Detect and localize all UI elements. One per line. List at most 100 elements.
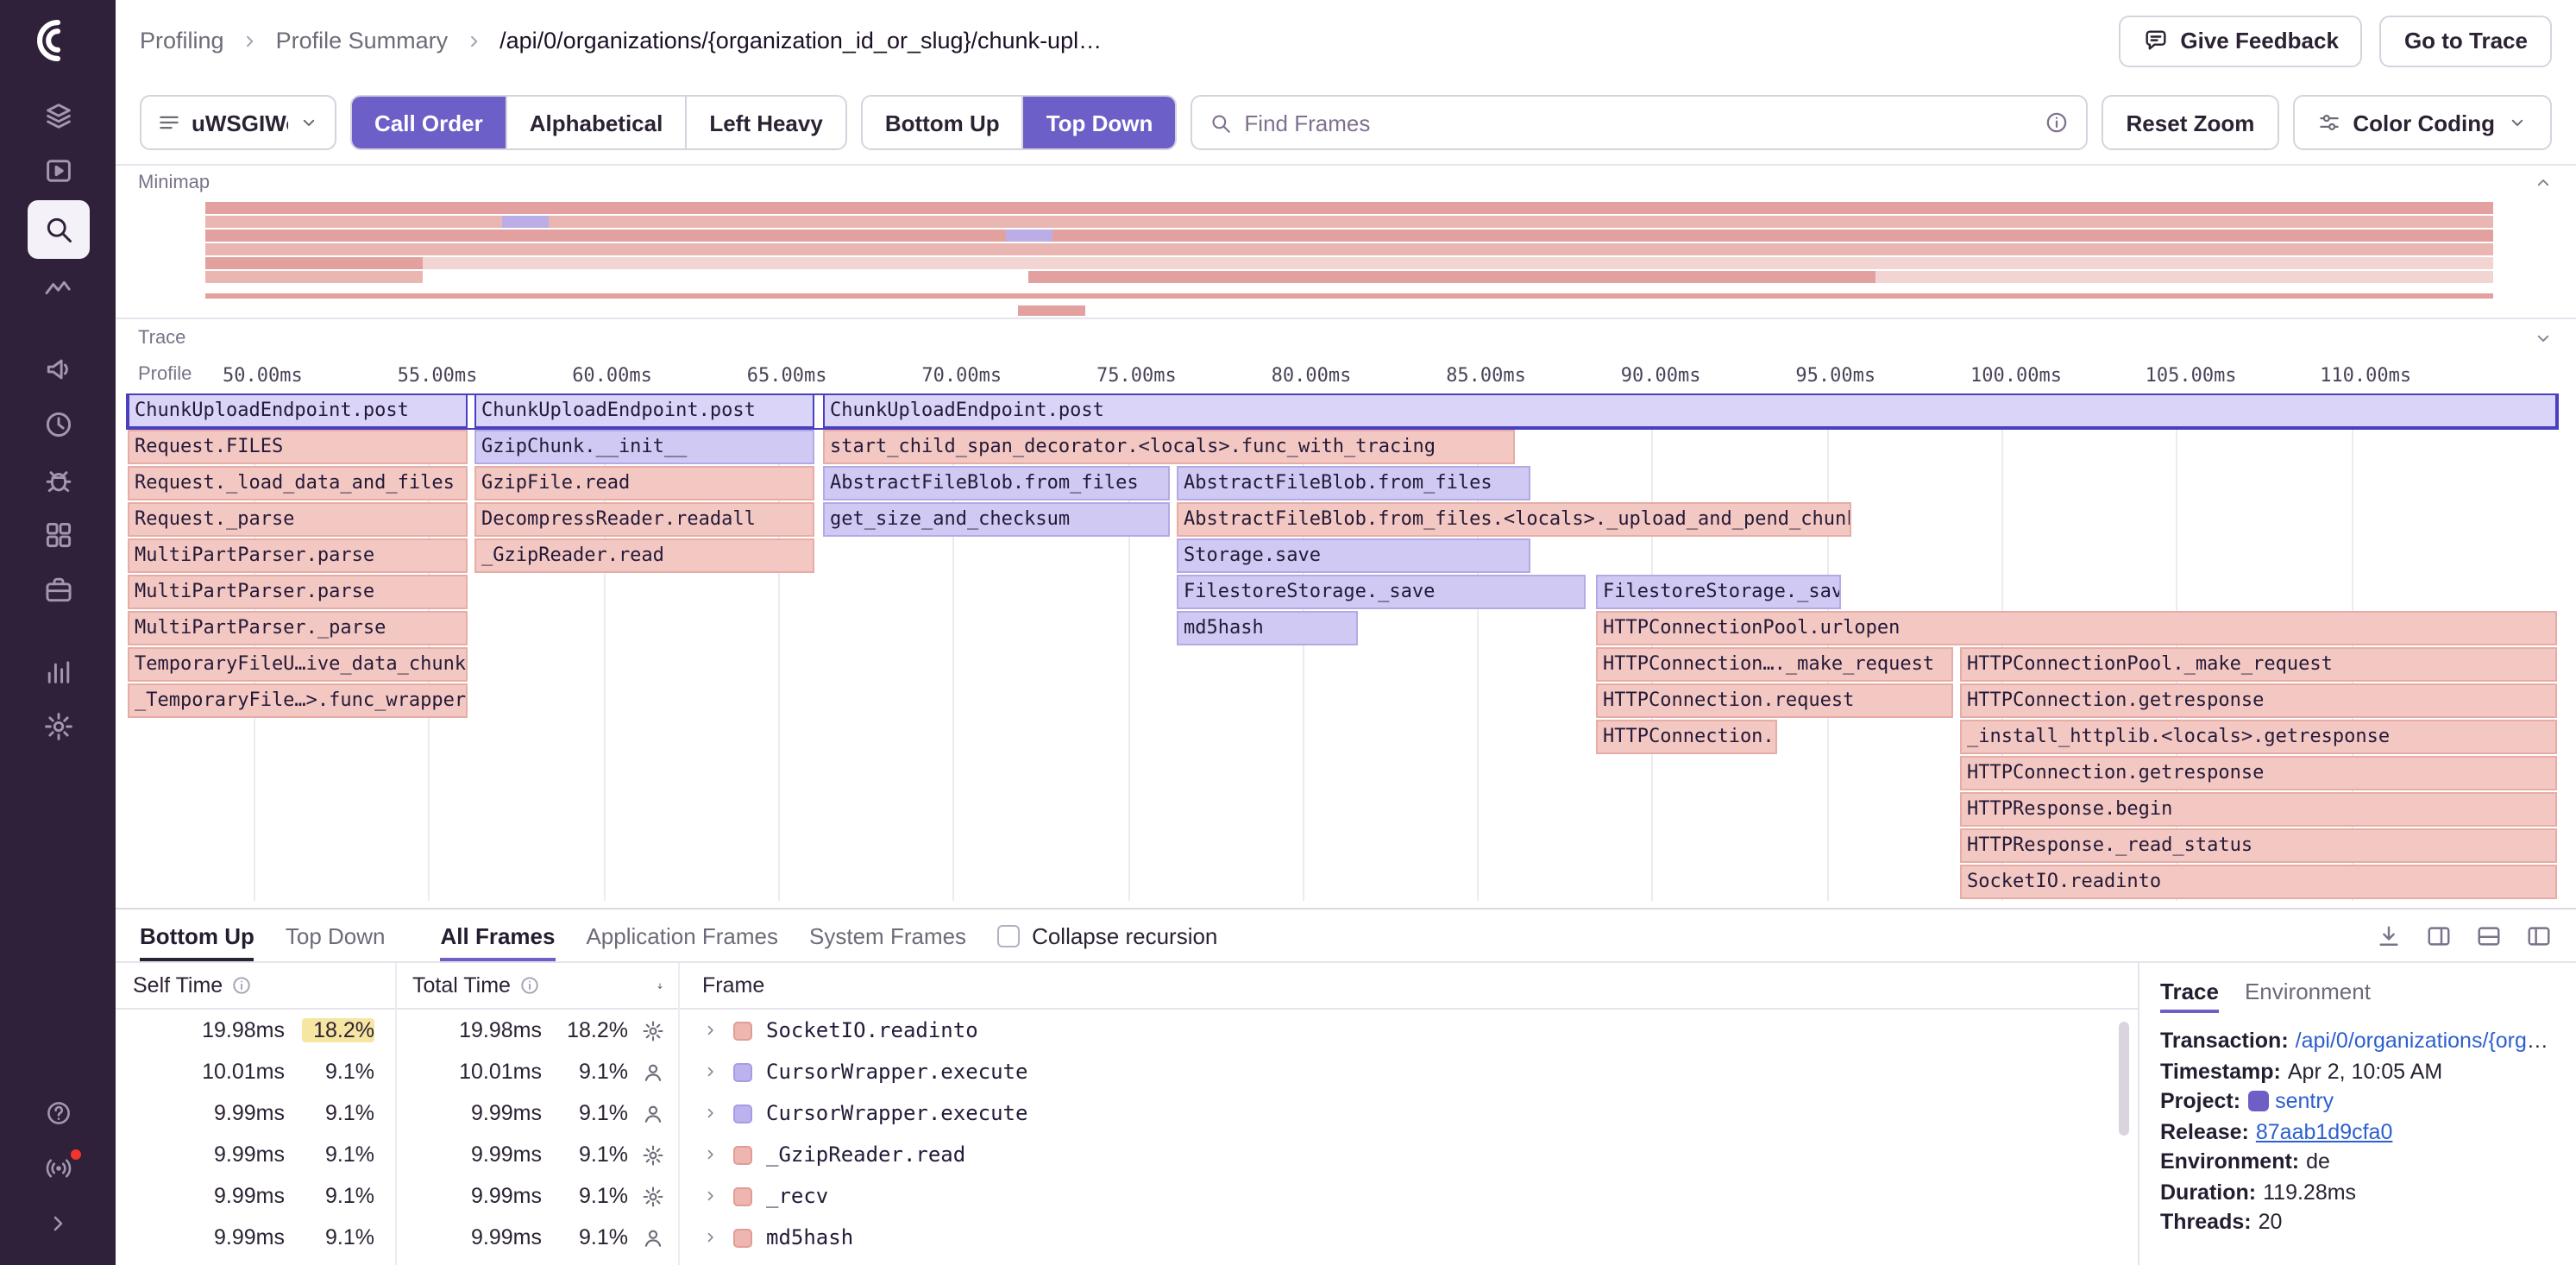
expand-chevron-icon[interactable] [702, 1063, 719, 1080]
details-tab-environment[interactable]: Environment [2245, 972, 2371, 1013]
info-icon[interactable] [2045, 110, 2070, 135]
frame-cell[interactable]: CursorWrapper.execute [678, 1101, 2138, 1125]
flamegraph-frame[interactable]: HTTPConnectionPool._make_request [1960, 647, 2557, 682]
sidebar-item-help[interactable] [27, 1087, 89, 1139]
flamegraph-frame[interactable]: ChunkUploadEndpoint.post [474, 393, 814, 428]
sentry-logo[interactable] [35, 17, 81, 64]
table-scrollbar[interactable] [2119, 1022, 2129, 1136]
tab-all-frames[interactable]: All Frames [441, 909, 556, 961]
layout-rows-icon[interactable] [2476, 922, 2502, 948]
sidebar-item-collapse[interactable] [27, 1198, 89, 1249]
breadcrumb-item[interactable]: Profile Summary [276, 28, 449, 53]
color-coding-button[interactable]: Color Coding [2292, 95, 2552, 150]
sidebar-item-performance[interactable] [27, 262, 89, 314]
frame-cell[interactable]: md5hash [678, 1225, 2138, 1249]
flamegraph-frame[interactable]: get_size_and_checksum [823, 502, 1170, 537]
table-row[interactable]: 9.99ms9.1%9.99ms9.1%md5hash [116, 1217, 2138, 1258]
sidebar-item-search[interactable] [27, 200, 89, 259]
sidebar-item-replays[interactable] [27, 399, 89, 450]
flamegraph-frame[interactable]: md5hash [1177, 611, 1358, 645]
expand-chevron-icon[interactable] [702, 1105, 719, 1122]
frame-cell[interactable]: CursorWrapper.execute [678, 1060, 2138, 1084]
find-frames-search[interactable] [1191, 95, 2088, 150]
collapse-trace-icon[interactable] [2533, 327, 2554, 348]
sidebar-item-stats[interactable] [27, 645, 89, 697]
flamegraph-frame[interactable]: FilestoreStorage._save [1596, 575, 1841, 609]
flamegraph-frame[interactable]: ChunkUploadEndpoint.post [128, 393, 468, 428]
expand-chevron-icon[interactable] [702, 1187, 719, 1205]
table-row[interactable]: 19.98ms18.2%19.98ms18.2%SocketIO.readint… [116, 1010, 2138, 1051]
sidebar-item-monitors[interactable] [27, 454, 89, 506]
flamegraph-frame[interactable]: start_child_span_decorator.<locals>.func… [823, 430, 1515, 464]
go-to-trace-button[interactable]: Go to Trace [2380, 15, 2552, 66]
collapse-recursion-checkbox[interactable]: Collapse recursion [997, 922, 1217, 948]
flamegraph-frame[interactable]: GzipFile.read [474, 466, 814, 500]
flamegraph-frame[interactable]: AbstractFileBlob.from_files [823, 466, 1170, 500]
flamegraph-frame[interactable]: Request.FILES [128, 430, 468, 464]
view-tab-bottom-up[interactable]: Bottom Up [863, 97, 1022, 148]
tab-application-frames[interactable]: Application Frames [586, 909, 778, 961]
flamegraph-frame[interactable]: HTTPResponse.begin [1960, 792, 2557, 827]
flamegraph-frame[interactable]: HTTPConnection…._make_request [1596, 647, 1953, 682]
table-row[interactable]: 9.99ms9.1%9.99ms9.1%_GzipReader.read [116, 1134, 2138, 1175]
checkbox-box[interactable] [997, 924, 1020, 947]
breadcrumb-item[interactable]: Profiling [140, 28, 224, 53]
flamegraph-frame[interactable]: TemporaryFileU…ive_data_chunk [128, 647, 468, 682]
flamegraph-frame[interactable]: Storage.save [1177, 538, 1530, 573]
sort-tab-left-heavy[interactable]: Left Heavy [685, 97, 845, 148]
flamegraph-frame[interactable]: ChunkUploadEndpoint.post [823, 393, 2557, 428]
tab-top-down[interactable]: Top Down [286, 909, 386, 961]
info-icon[interactable] [231, 975, 252, 996]
flamegraph-frame[interactable]: Request._load_data_and_files [128, 466, 468, 500]
flamegraph-frame[interactable]: _TemporaryFile…>.func_wrapper [128, 683, 468, 718]
frame-cell[interactable]: _GzipReader.read [678, 1142, 2138, 1167]
flamegraph-frame[interactable]: GzipChunk.__init__ [474, 430, 814, 464]
sidebar-item-whats-new[interactable] [27, 1142, 89, 1194]
sidebar-item-settings[interactable] [27, 701, 89, 752]
sort-tab-call-order[interactable]: Call Order [352, 97, 506, 148]
flamegraph-frame[interactable]: HTTPResponse._read_status [1960, 828, 2557, 863]
tab-system-frames[interactable]: System Frames [809, 909, 966, 961]
flamegraph-frame[interactable]: HTTPConnection.request [1596, 683, 1953, 718]
table-row[interactable]: 10.01ms9.1%10.01ms9.1%CursorWrapper.exec… [116, 1051, 2138, 1092]
flamegraph-frame[interactable]: _GzipReader.read [474, 538, 814, 573]
sidebar-item-feedback[interactable] [27, 343, 89, 395]
flamegraph-frame[interactable]: Request._parse [128, 502, 468, 537]
flamegraph-frame[interactable]: HTTPConnection.send [1596, 720, 1777, 754]
self-time-header[interactable]: Self Time [116, 973, 395, 998]
frame-cell[interactable]: _recv [678, 1184, 2138, 1208]
sidebar-item-dashboards[interactable] [27, 509, 89, 561]
reset-zoom-button[interactable]: Reset Zoom [2102, 95, 2279, 150]
sort-descending-icon[interactable] [656, 974, 678, 997]
expand-chevron-icon[interactable] [702, 1229, 719, 1246]
flamegraph-frame[interactable]: AbstractFileBlob.from_files.<locals>._up… [1177, 502, 1851, 537]
flamegraph-frame[interactable]: _install_httplib.<locals>.getresponse [1960, 720, 2557, 754]
details-field-value[interactable]: 87aab1d9cfa0 [2256, 1119, 2393, 1143]
sidebar-item-issues[interactable] [27, 90, 89, 142]
details-field-value[interactable]: sentry [2275, 1089, 2334, 1113]
details-tab-trace[interactable]: Trace [2160, 972, 2219, 1013]
layout-columns-icon[interactable] [2426, 922, 2452, 948]
sidebar-item-projects[interactable] [27, 564, 89, 616]
table-row[interactable]: 9.99ms9.1%9.99ms9.1%_recv [116, 1175, 2138, 1217]
download-icon[interactable] [2376, 922, 2402, 948]
thread-selector[interactable]: uWSGIWor… [140, 95, 336, 150]
frame-cell[interactable]: SocketIO.readinto [678, 1018, 2138, 1042]
flamegraph-frame[interactable]: HTTPConnection.getresponse [1960, 683, 2557, 718]
table-row[interactable]: 9.99ms9.1%9.99ms9.1%CursorWrapper.execut… [116, 1092, 2138, 1134]
info-icon[interactable] [519, 975, 540, 996]
flamegraph-frame[interactable]: HTTPConnection.getresponse [1960, 756, 2557, 790]
sort-tab-alphabetical[interactable]: Alphabetical [506, 97, 686, 148]
flamegraph-frame[interactable]: FilestoreStorage._save [1177, 575, 1586, 609]
flamegraph-frame[interactable]: HTTPConnectionPool.urlopen [1596, 611, 2557, 645]
view-tab-top-down[interactable]: Top Down [1022, 97, 1176, 148]
search-input[interactable] [1244, 110, 2033, 135]
collapse-minimap-icon[interactable] [2533, 173, 2554, 193]
details-field-value[interactable]: /api/0/organizations/{organ… [2296, 1029, 2555, 1053]
expand-chevron-icon[interactable] [702, 1022, 719, 1039]
flamegraph[interactable]: ChunkUploadEndpoint.postChunkUploadEndpo… [116, 393, 2576, 901]
flamegraph-frame[interactable]: SocketIO.readinto [1960, 865, 2557, 899]
flamegraph-frame[interactable]: DecompressReader.readall [474, 502, 814, 537]
flamegraph-frame[interactable]: MultiPartParser.parse [128, 575, 468, 609]
flamegraph-frame[interactable]: AbstractFileBlob.from_files [1177, 466, 1530, 500]
